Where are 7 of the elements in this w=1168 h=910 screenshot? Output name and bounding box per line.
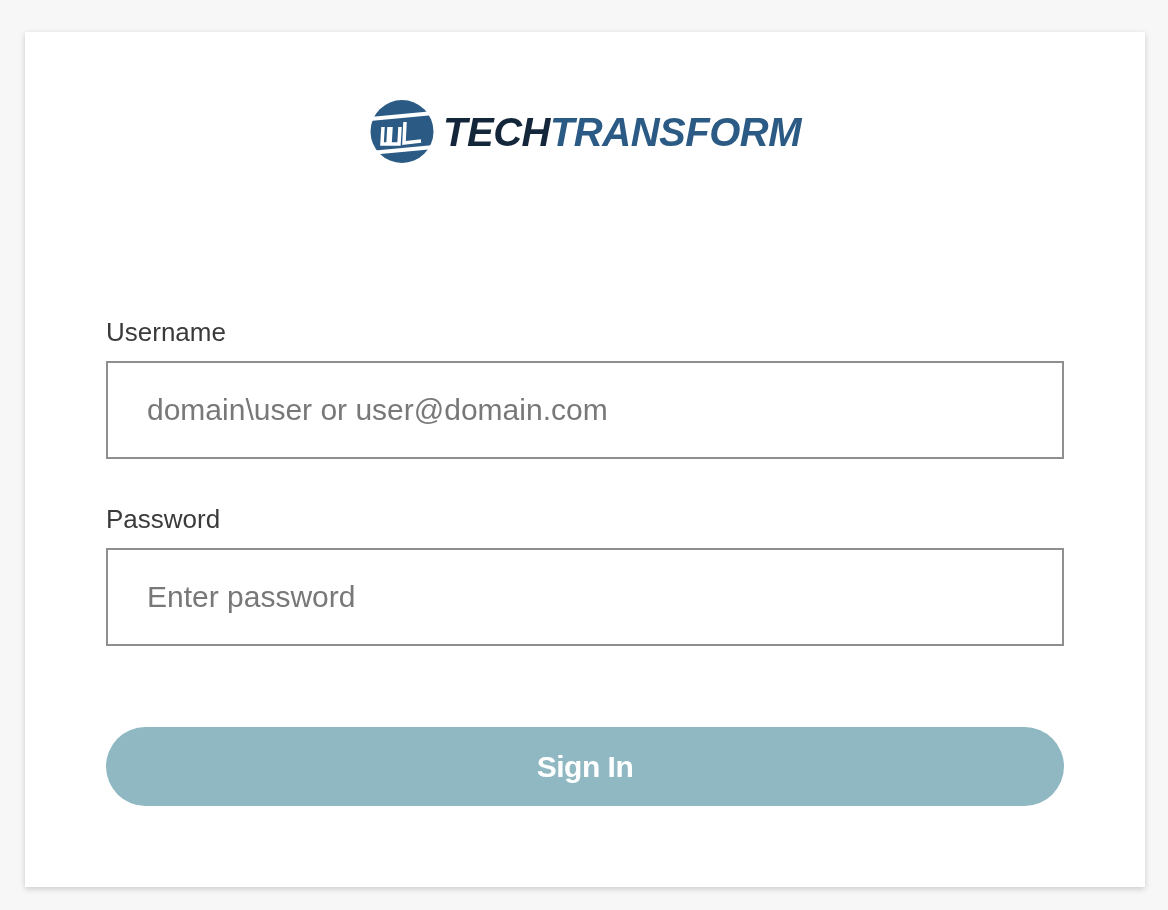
field-label: Password	[106, 503, 221, 535]
logo-icon	[369, 100, 436, 163]
field-label: Username	[106, 316, 226, 348]
logo-wordmark: TECHTRANSFORM	[443, 111, 801, 152]
input-field[interactable]: domain\user or user@domain.com	[106, 361, 1064, 459]
sign-in-button[interactable]: Sign In	[106, 727, 1064, 806]
input-field[interactable]: Enter password	[106, 548, 1064, 646]
